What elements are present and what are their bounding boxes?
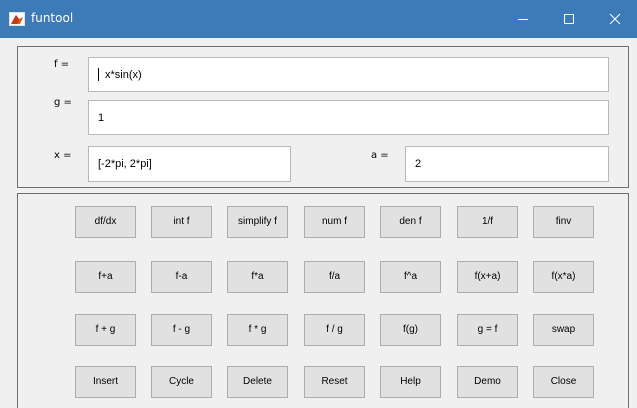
- function-input-panel: f = x*sin(x) g = 1 x = [-2*pi, 2*pi] a =…: [17, 46, 629, 188]
- close-icon: [609, 13, 621, 25]
- help-button[interactable]: Help: [380, 366, 441, 398]
- f-x-times-a-button[interactable]: f(x*a): [533, 261, 594, 293]
- g-input[interactable]: 1: [88, 100, 609, 135]
- f-value: x*sin(x): [105, 69, 142, 81]
- insert-button[interactable]: Insert: [75, 366, 136, 398]
- reset-button[interactable]: Reset: [304, 366, 365, 398]
- a-label: a =: [371, 150, 389, 161]
- title-bar[interactable]: funtool: [0, 0, 637, 38]
- reciprocal-f-button[interactable]: 1/f: [457, 206, 518, 238]
- den-f-button[interactable]: den f: [380, 206, 441, 238]
- x-label: x =: [54, 150, 72, 161]
- f-minus-a-button[interactable]: f-a: [151, 261, 212, 293]
- delete-button[interactable]: Delete: [227, 366, 288, 398]
- matlab-icon: [9, 12, 25, 26]
- close-button[interactable]: Close: [533, 366, 594, 398]
- f-label: f =: [54, 59, 70, 70]
- f-plus-g-button[interactable]: f + g: [75, 314, 136, 346]
- f-div-g-button[interactable]: f / g: [304, 314, 365, 346]
- f-times-a-button[interactable]: f*a: [227, 261, 288, 293]
- cycle-button[interactable]: Cycle: [151, 366, 212, 398]
- f-times-g-button[interactable]: f * g: [227, 314, 288, 346]
- a-input[interactable]: 2: [405, 146, 609, 182]
- f-div-a-button[interactable]: f/a: [304, 261, 365, 293]
- f-input[interactable]: x*sin(x): [88, 57, 609, 92]
- g-value: 1: [98, 112, 105, 124]
- text-caret: [98, 67, 99, 81]
- int-f-button[interactable]: int f: [151, 206, 212, 238]
- operations-panel: df/dx int f simplify f num f den f 1/f f…: [17, 193, 629, 408]
- simplify-f-button[interactable]: simplify f: [227, 206, 288, 238]
- df-dx-button[interactable]: df/dx: [75, 206, 136, 238]
- close-window-button[interactable]: [592, 0, 637, 38]
- a-value: 2: [415, 158, 422, 170]
- num-f-button[interactable]: num f: [304, 206, 365, 238]
- f-x-plus-a-button[interactable]: f(x+a): [457, 261, 518, 293]
- demo-button[interactable]: Demo: [457, 366, 518, 398]
- maximize-icon: [564, 14, 574, 24]
- minimize-icon: [518, 19, 528, 20]
- f-plus-a-button[interactable]: f+a: [75, 261, 136, 293]
- x-value: [-2*pi, 2*pi]: [98, 158, 152, 170]
- swap-button[interactable]: swap: [533, 314, 594, 346]
- window-title: funtool: [31, 11, 74, 25]
- g-equals-f-button[interactable]: g = f: [457, 314, 518, 346]
- minimize-button[interactable]: [500, 0, 546, 38]
- x-input[interactable]: [-2*pi, 2*pi]: [88, 146, 291, 182]
- maximize-button[interactable]: [546, 0, 592, 38]
- finv-button[interactable]: finv: [533, 206, 594, 238]
- f-minus-g-button[interactable]: f - g: [151, 314, 212, 346]
- f-pow-a-button[interactable]: f^a: [380, 261, 441, 293]
- g-label: g =: [54, 97, 72, 108]
- f-of-g-button[interactable]: f(g): [380, 314, 441, 346]
